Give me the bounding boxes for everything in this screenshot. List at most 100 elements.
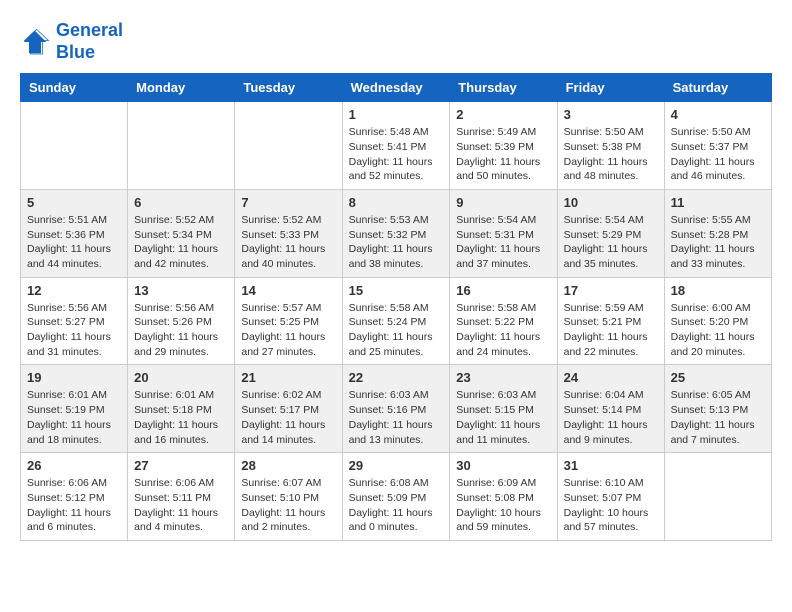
calendar-cell: 8 Sunrise: 5:53 AM Sunset: 5:32 PM Daylig… <box>342 189 450 277</box>
day-info: Sunrise: 6:09 AM Sunset: 5:08 PM Dayligh… <box>456 476 550 535</box>
calendar-cell <box>235 102 342 190</box>
calendar-header-monday: Monday <box>128 74 235 102</box>
day-number: 31 <box>564 458 658 473</box>
calendar-header-wednesday: Wednesday <box>342 74 450 102</box>
day-info: Sunrise: 5:56 AM Sunset: 5:27 PM Dayligh… <box>27 301 121 360</box>
logo-icon <box>20 27 50 57</box>
day-info: Sunrise: 5:52 AM Sunset: 5:33 PM Dayligh… <box>241 213 335 272</box>
logo: General Blue <box>20 20 123 63</box>
day-info: Sunrise: 5:55 AM Sunset: 5:28 PM Dayligh… <box>671 213 765 272</box>
day-info: Sunrise: 5:54 AM Sunset: 5:31 PM Dayligh… <box>456 213 550 272</box>
day-number: 4 <box>671 107 765 122</box>
calendar-cell: 17 Sunrise: 5:59 AM Sunset: 5:21 PM Dayli… <box>557 277 664 365</box>
day-info: Sunrise: 6:04 AM Sunset: 5:14 PM Dayligh… <box>564 388 658 447</box>
calendar-header-tuesday: Tuesday <box>235 74 342 102</box>
day-number: 1 <box>349 107 444 122</box>
day-number: 5 <box>27 195 121 210</box>
calendar-cell: 20Sunrise: 6:01 AM Sunset: 5:18 PM Dayli… <box>128 365 235 453</box>
day-info: Sunrise: 5:52 AM Sunset: 5:34 PM Dayligh… <box>134 213 228 272</box>
day-info: Sunrise: 6:03 AM Sunset: 5:15 PM Dayligh… <box>456 388 550 447</box>
day-number: 2 <box>456 107 550 122</box>
calendar-cell: 22 Sunrise: 6:03 AM Sunset: 5:16 PM Dayli… <box>342 365 450 453</box>
calendar-cell: 1 Sunrise: 5:48 AM Sunset: 5:41 PM Daylig… <box>342 102 450 190</box>
day-info: Sunrise: 5:57 AM Sunset: 5:25 PM Dayligh… <box>241 301 335 360</box>
day-number: 14 <box>241 283 335 298</box>
day-number: 26 <box>27 458 121 473</box>
calendar-cell: 24Sunrise: 6:04 AM Sunset: 5:14 PM Dayli… <box>557 365 664 453</box>
calendar-cell: 12Sunrise: 5:56 AM Sunset: 5:27 PM Dayli… <box>21 277 128 365</box>
day-number: 11 <box>671 195 765 210</box>
calendar-cell: 27 Sunrise: 6:06 AM Sunset: 5:11 PM Dayli… <box>128 453 235 541</box>
calendar-cell <box>128 102 235 190</box>
day-number: 6 <box>134 195 228 210</box>
calendar-cell: 9 Sunrise: 5:54 AM Sunset: 5:31 PM Daylig… <box>450 189 557 277</box>
day-info: Sunrise: 6:07 AM Sunset: 5:10 PM Dayligh… <box>241 476 335 535</box>
day-number: 23 <box>456 370 550 385</box>
day-info: Sunrise: 6:06 AM Sunset: 5:12 PM Dayligh… <box>27 476 121 535</box>
day-number: 17 <box>564 283 658 298</box>
calendar-cell: 6 Sunrise: 5:52 AM Sunset: 5:34 PM Daylig… <box>128 189 235 277</box>
calendar-cell: 19 Sunrise: 6:01 AM Sunset: 5:19 PM Dayli… <box>21 365 128 453</box>
day-info: Sunrise: 6:06 AM Sunset: 5:11 PM Dayligh… <box>134 476 228 535</box>
page-header: General Blue <box>20 20 772 63</box>
day-info: Sunrise: 6:01 AM Sunset: 5:19 PM Dayligh… <box>27 388 121 447</box>
logo-text: General Blue <box>56 20 123 63</box>
calendar-cell: 18 Sunrise: 6:00 AM Sunset: 5:20 PM Dayli… <box>664 277 771 365</box>
calendar-cell: 5Sunrise: 5:51 AM Sunset: 5:36 PM Daylig… <box>21 189 128 277</box>
calendar-cell: 2 Sunrise: 5:49 AM Sunset: 5:39 PM Daylig… <box>450 102 557 190</box>
calendar-cell: 14 Sunrise: 5:57 AM Sunset: 5:25 PM Dayli… <box>235 277 342 365</box>
day-info: Sunrise: 5:50 AM Sunset: 5:37 PM Dayligh… <box>671 125 765 184</box>
calendar-cell: 4 Sunrise: 5:50 AM Sunset: 5:37 PM Daylig… <box>664 102 771 190</box>
day-info: Sunrise: 6:08 AM Sunset: 5:09 PM Dayligh… <box>349 476 444 535</box>
day-number: 22 <box>349 370 444 385</box>
calendar-header-thursday: Thursday <box>450 74 557 102</box>
day-info: Sunrise: 5:48 AM Sunset: 5:41 PM Dayligh… <box>349 125 444 184</box>
calendar: SundayMondayTuesdayWednesdayThursdayFrid… <box>20 73 772 541</box>
day-info: Sunrise: 6:00 AM Sunset: 5:20 PM Dayligh… <box>671 301 765 360</box>
calendar-cell: 7Sunrise: 5:52 AM Sunset: 5:33 PM Daylig… <box>235 189 342 277</box>
calendar-cell: 16Sunrise: 5:58 AM Sunset: 5:22 PM Dayli… <box>450 277 557 365</box>
day-number: 28 <box>241 458 335 473</box>
calendar-cell: 11 Sunrise: 5:55 AM Sunset: 5:28 PM Dayli… <box>664 189 771 277</box>
day-info: Sunrise: 5:54 AM Sunset: 5:29 PM Dayligh… <box>564 213 658 272</box>
day-number: 9 <box>456 195 550 210</box>
day-number: 13 <box>134 283 228 298</box>
day-info: Sunrise: 5:53 AM Sunset: 5:32 PM Dayligh… <box>349 213 444 272</box>
calendar-week-row: 1 Sunrise: 5:48 AM Sunset: 5:41 PM Daylig… <box>21 102 772 190</box>
day-info: Sunrise: 5:59 AM Sunset: 5:21 PM Dayligh… <box>564 301 658 360</box>
calendar-cell: 21 Sunrise: 6:02 AM Sunset: 5:17 PM Dayli… <box>235 365 342 453</box>
calendar-week-row: 12Sunrise: 5:56 AM Sunset: 5:27 PM Dayli… <box>21 277 772 365</box>
calendar-cell: 15 Sunrise: 5:58 AM Sunset: 5:24 PM Dayli… <box>342 277 450 365</box>
day-number: 10 <box>564 195 658 210</box>
day-info: Sunrise: 6:10 AM Sunset: 5:07 PM Dayligh… <box>564 476 658 535</box>
day-number: 25 <box>671 370 765 385</box>
day-number: 8 <box>349 195 444 210</box>
day-number: 30 <box>456 458 550 473</box>
day-number: 16 <box>456 283 550 298</box>
day-number: 21 <box>241 370 335 385</box>
calendar-cell: 25 Sunrise: 6:05 AM Sunset: 5:13 PM Dayli… <box>664 365 771 453</box>
day-number: 27 <box>134 458 228 473</box>
calendar-cell: 28 Sunrise: 6:07 AM Sunset: 5:10 PM Dayli… <box>235 453 342 541</box>
day-info: Sunrise: 6:03 AM Sunset: 5:16 PM Dayligh… <box>349 388 444 447</box>
calendar-cell: 10 Sunrise: 5:54 AM Sunset: 5:29 PM Dayli… <box>557 189 664 277</box>
day-info: Sunrise: 5:49 AM Sunset: 5:39 PM Dayligh… <box>456 125 550 184</box>
calendar-cell: 31 Sunrise: 6:10 AM Sunset: 5:07 PM Dayli… <box>557 453 664 541</box>
day-number: 18 <box>671 283 765 298</box>
calendar-header-row: SundayMondayTuesdayWednesdayThursdayFrid… <box>21 74 772 102</box>
calendar-cell: 23 Sunrise: 6:03 AM Sunset: 5:15 PM Dayli… <box>450 365 557 453</box>
calendar-week-row: 5Sunrise: 5:51 AM Sunset: 5:36 PM Daylig… <box>21 189 772 277</box>
day-number: 15 <box>349 283 444 298</box>
day-number: 3 <box>564 107 658 122</box>
calendar-cell: 29Sunrise: 6:08 AM Sunset: 5:09 PM Dayli… <box>342 453 450 541</box>
day-info: Sunrise: 6:02 AM Sunset: 5:17 PM Dayligh… <box>241 388 335 447</box>
day-number: 19 <box>27 370 121 385</box>
calendar-cell: 26 Sunrise: 6:06 AM Sunset: 5:12 PM Dayli… <box>21 453 128 541</box>
calendar-cell <box>21 102 128 190</box>
day-info: Sunrise: 6:05 AM Sunset: 5:13 PM Dayligh… <box>671 388 765 447</box>
day-info: Sunrise: 6:01 AM Sunset: 5:18 PM Dayligh… <box>134 388 228 447</box>
day-info: Sunrise: 5:58 AM Sunset: 5:24 PM Dayligh… <box>349 301 444 360</box>
calendar-week-row: 19 Sunrise: 6:01 AM Sunset: 5:19 PM Dayli… <box>21 365 772 453</box>
day-info: Sunrise: 5:56 AM Sunset: 5:26 PM Dayligh… <box>134 301 228 360</box>
calendar-cell: 3Sunrise: 5:50 AM Sunset: 5:38 PM Daylig… <box>557 102 664 190</box>
